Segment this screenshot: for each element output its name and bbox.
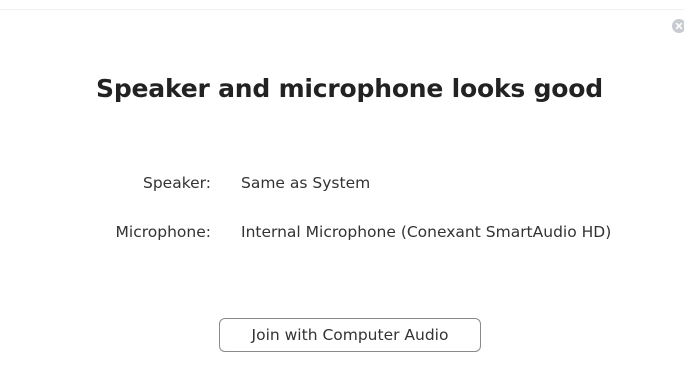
speaker-row: Speaker: Same as System bbox=[0, 174, 684, 198]
dialog-title: Speaker and microphone looks good bbox=[96, 74, 603, 103]
close-button[interactable] bbox=[672, 19, 684, 33]
microphone-row: Microphone: Internal Microphone (Conexan… bbox=[0, 223, 684, 247]
microphone-value: Internal Microphone (Conexant SmartAudio… bbox=[241, 223, 612, 241]
speaker-value: Same as System bbox=[241, 174, 371, 192]
microphone-label: Microphone: bbox=[115, 223, 211, 241]
audio-test-dialog: Speaker and microphone looks good Speake… bbox=[0, 0, 684, 365]
dialog-top-border bbox=[0, 9, 684, 10]
speaker-label: Speaker: bbox=[143, 174, 211, 192]
join-with-computer-audio-button[interactable]: Join with Computer Audio bbox=[219, 318, 481, 352]
close-icon bbox=[675, 22, 683, 30]
